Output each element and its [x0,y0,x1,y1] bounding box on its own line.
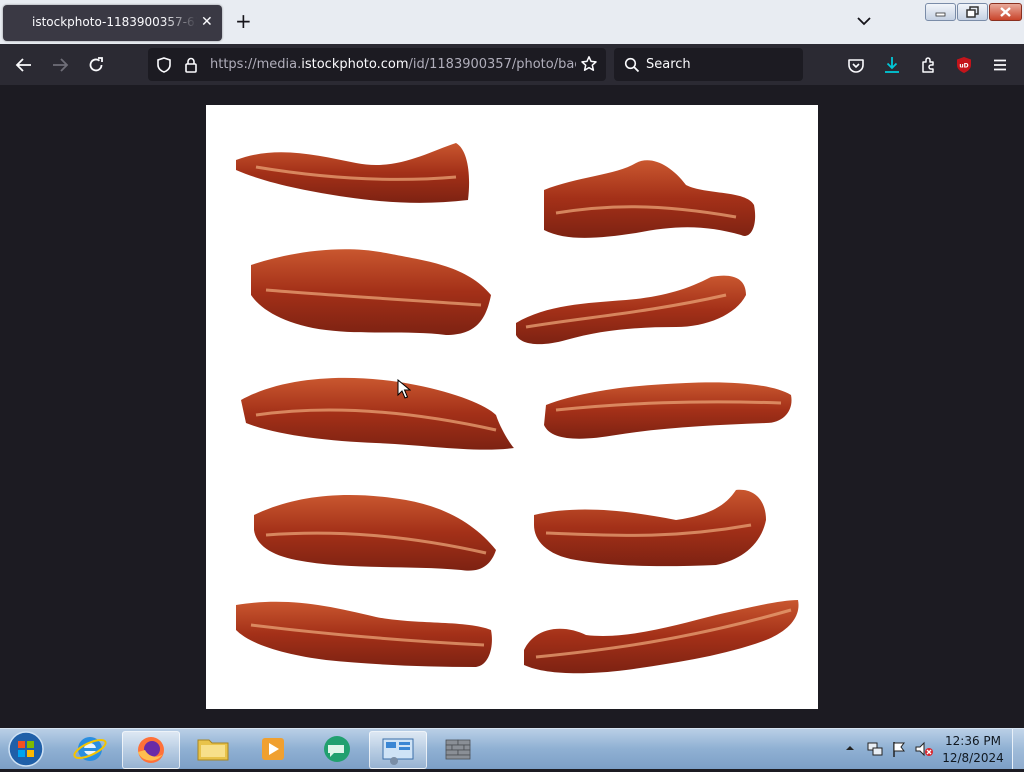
page-viewport [0,85,1024,728]
search-input[interactable]: Search [646,57,691,72]
tab-title-fade [163,11,197,35]
puzzle-icon[interactable] [919,55,939,75]
action-center-flag-icon[interactable] [890,740,908,758]
new-tab-button[interactable]: + [235,10,252,32]
navigation-toolbar: https://media.istockphoto.com/id/1183900… [0,44,1024,85]
bacon-photo [206,105,818,709]
download-icon[interactable] [882,55,902,75]
bacon-strip [524,600,799,674]
show-hidden-icons-chevron-icon[interactable] [845,743,855,753]
search-bar[interactable]: Search [614,48,803,81]
bacon-strip [516,275,746,345]
hamburger-menu-icon[interactable] [990,55,1010,75]
media-player-icon [262,738,284,760]
active-tab[interactable]: istockphoto-1183900357-612x612 ✕ [3,5,222,41]
tab-close-button[interactable]: ✕ [201,14,213,30]
taskbar-firewall-app[interactable] [431,731,487,767]
taskbar-internet-explorer[interactable] [62,731,118,767]
pocket-icon[interactable] [846,55,866,75]
clock-date[interactable]: 12/8/2024 [940,751,1006,765]
mouse-cursor-icon [397,379,411,399]
star-icon[interactable] [580,55,598,73]
chevron-down-icon[interactable] [856,13,872,29]
brick-wall-icon [445,739,471,760]
bacon-strip [236,143,470,203]
taskbar-chat-app[interactable] [308,731,364,767]
taskbar-firefox[interactable] [122,731,180,769]
window-close-button[interactable] [989,3,1022,21]
chat-bubble-icon [324,736,350,762]
window-minimize-button[interactable] [925,3,956,21]
taskbar-control-panel[interactable] [369,731,427,769]
svg-text:uD: uD [959,63,968,70]
url-path: /id/1183900357/photo/bacon [408,57,576,72]
taskbar: 12:36 PM 12/8/2024 [0,728,1024,769]
bacon-strip [544,160,756,238]
show-desktop-button[interactable] [1012,729,1024,769]
taskbar-file-explorer[interactable] [185,731,241,767]
taskbar-media-player[interactable] [245,731,301,767]
bacon-strip [544,382,792,439]
url-prefix: https://media. [210,57,302,72]
search-icon [624,57,640,73]
start-orb-icon[interactable] [6,730,46,768]
control-panel-icon [382,738,414,765]
internet-explorer-icon [73,737,107,761]
forward-arrow-icon[interactable] [50,55,70,75]
bacon-strips-image [236,143,799,674]
back-arrow-icon[interactable] [14,55,34,75]
bacon-strip [236,601,492,667]
volume-muted-icon[interactable] [914,740,934,758]
clock-time[interactable]: 12:36 PM [940,734,1006,748]
firefox-icon [138,737,164,763]
window-restore-button[interactable] [957,3,988,21]
url-bar[interactable]: https://media.istockphoto.com/id/1183900… [148,48,606,81]
folder-icon [197,739,229,761]
ublock-icon[interactable]: uD [954,55,974,75]
reload-icon[interactable] [86,55,106,75]
bacon-strip [241,377,514,450]
lock-icon[interactable] [183,56,199,74]
url-text[interactable]: https://media.istockphoto.com/id/1183900… [210,57,576,72]
tracking-shield-icon[interactable] [155,56,173,74]
network-icon[interactable] [866,740,884,758]
url-domain: istockphoto.com [301,57,409,72]
tab-strip: istockphoto-1183900357-612x612 ✕ + [0,0,1024,44]
